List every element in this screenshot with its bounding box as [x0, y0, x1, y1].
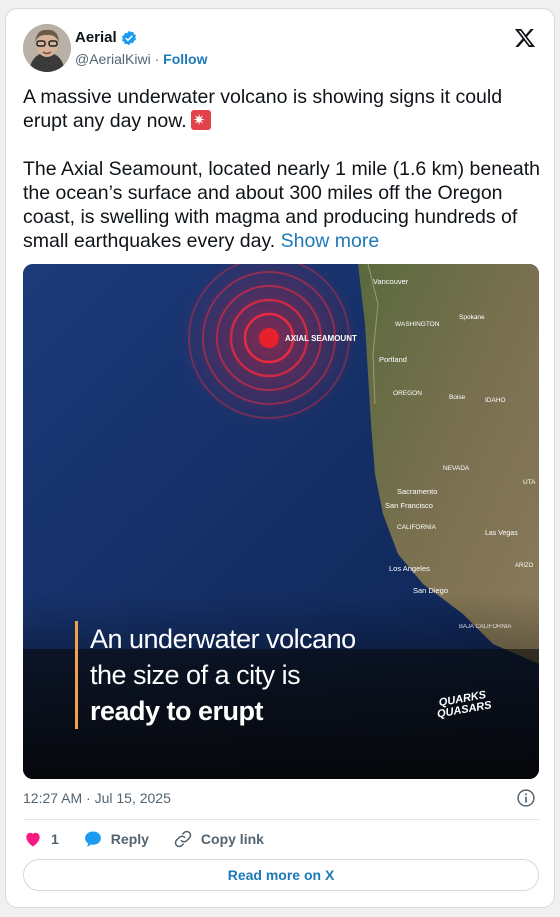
- label-las-vegas: Las Vegas: [485, 530, 518, 537]
- avatar[interactable]: [23, 24, 71, 72]
- author-name-row: Aerial: [75, 29, 137, 46]
- label-san-francisco: San Francisco: [385, 501, 433, 510]
- label-axial-seamount: AXIAL SEAMOUNT: [285, 334, 357, 343]
- label-oregon: OREGON: [393, 390, 422, 397]
- caption-line-2: the size of a city is: [90, 660, 301, 690]
- tweet-media-image[interactable]: AXIAL SEAMOUNT Vancouver WASHINGTON Spok…: [23, 264, 539, 779]
- link-icon: [174, 830, 192, 848]
- label-san-diego: San Diego: [413, 586, 448, 595]
- handle-separator: ·: [154, 51, 160, 67]
- actions-divider: [23, 819, 539, 820]
- label-nevada: NEVADA: [443, 465, 470, 472]
- author-name[interactable]: Aerial: [75, 29, 117, 46]
- author-handle[interactable]: @AerialKiwi: [75, 51, 151, 67]
- label-utah: UTA: [523, 479, 536, 486]
- tweet-timestamp[interactable]: 12:27 AM · Jul 15, 2025: [23, 790, 171, 806]
- label-los-angeles: Los Angeles: [389, 564, 430, 573]
- label-arizona: ARIZO: [515, 563, 534, 569]
- media-caption: An underwater volcano the size of a city…: [75, 621, 356, 729]
- label-boise: Boise: [449, 394, 466, 401]
- like-button[interactable]: 1: [23, 829, 59, 849]
- copy-link-button[interactable]: Copy link: [173, 829, 264, 849]
- label-sacramento: Sacramento: [397, 487, 437, 496]
- tweet-actions: 1 Reply Copy link: [23, 829, 288, 849]
- like-count: 1: [51, 831, 59, 847]
- heart-icon: [26, 832, 40, 847]
- reply-button[interactable]: Reply: [83, 829, 149, 849]
- tweet-paragraph-2: The Axial Seamount, located nearly 1 mil…: [23, 157, 543, 253]
- label-vancouver: Vancouver: [373, 277, 409, 286]
- label-washington: WASHINGTON: [395, 321, 440, 328]
- tweet-text: A massive underwater volcano is showing …: [23, 85, 543, 277]
- label-portland: Portland: [379, 355, 407, 364]
- reply-label: Reply: [110, 831, 149, 847]
- author-handle-row: @AerialKiwi · Follow: [75, 51, 207, 67]
- reply-bubble-icon: [84, 831, 101, 847]
- rotating-light-icon: [190, 109, 211, 133]
- caption-line-3: ready to erupt: [90, 696, 264, 726]
- copy-link-label: Copy link: [200, 831, 264, 847]
- label-baja: BAJA CALIFORNIA: [459, 624, 511, 630]
- caption-line-1: An underwater volcano: [90, 624, 356, 654]
- tweet-paragraph-1: A massive underwater volcano is showing …: [23, 85, 543, 133]
- follow-link[interactable]: Follow: [163, 51, 207, 67]
- x-logo-icon[interactable]: [514, 27, 536, 49]
- show-more-link[interactable]: Show more: [281, 230, 380, 252]
- label-spokane: Spokane: [459, 314, 485, 321]
- read-more-button[interactable]: Read more on X: [23, 859, 539, 891]
- info-icon[interactable]: [516, 788, 536, 808]
- label-idaho: IDAHO: [485, 397, 506, 404]
- label-california: CALIFORNIA: [397, 524, 437, 531]
- tweet-paragraph-1-text: A massive underwater volcano is showing …: [23, 86, 503, 132]
- tweet-card: Aerial @AerialKiwi · Follow A massive un…: [5, 8, 555, 908]
- verified-badge-icon: [121, 30, 136, 45]
